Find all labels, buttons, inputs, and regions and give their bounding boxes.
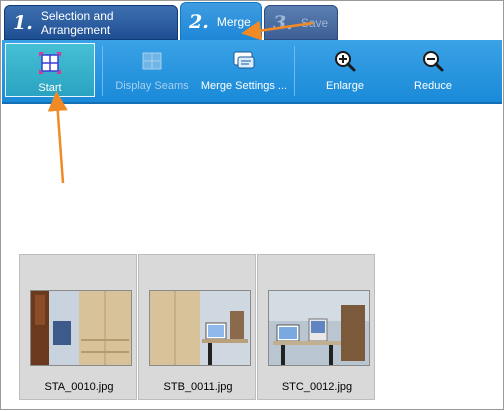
app-window: 1. Selection and Arrangement 2. Merge 3.… [0,0,504,410]
arrow-to-merge-tab [241,20,314,41]
arrow-to-start [47,91,68,184]
annotation-arrows [47,20,314,184]
